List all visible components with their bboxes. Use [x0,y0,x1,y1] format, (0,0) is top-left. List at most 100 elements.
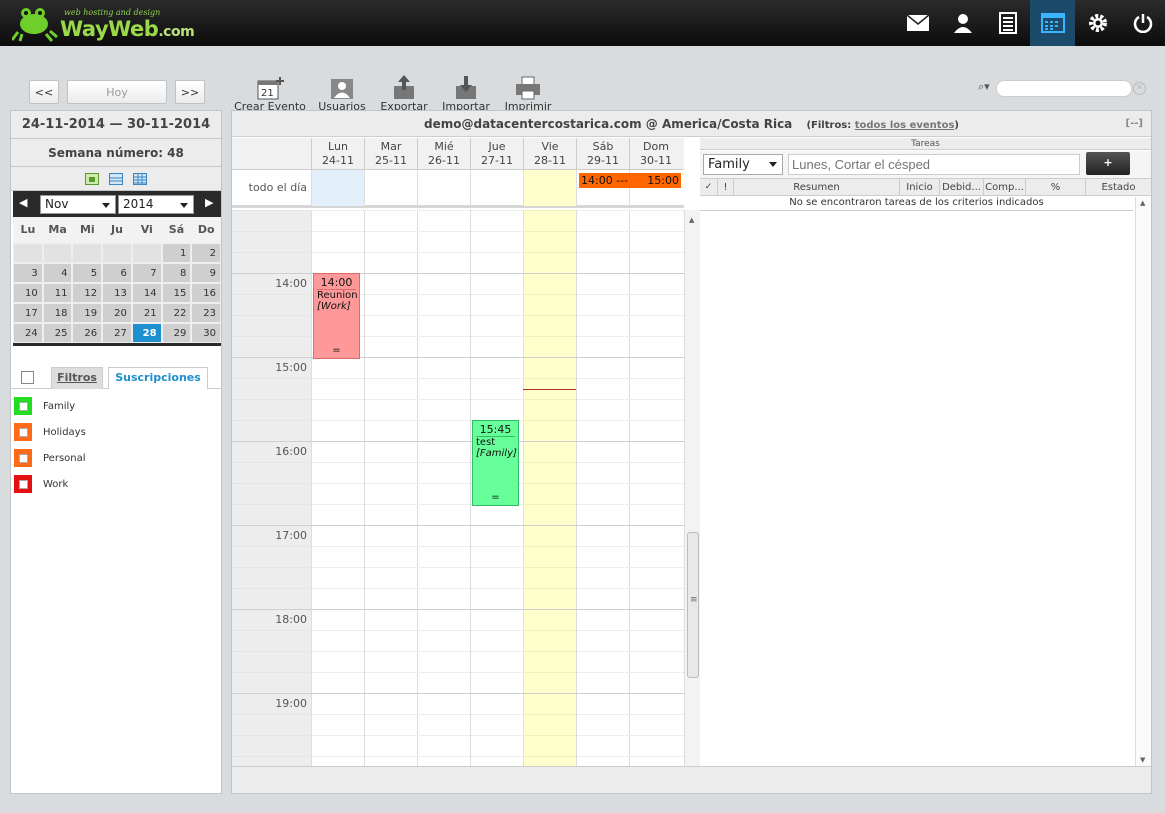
all-day-cell[interactable] [311,170,364,206]
calendar-checkbox[interactable] [14,397,32,415]
week-view-icon[interactable] [109,172,123,185]
mini-calendar-day[interactable]: 5 [72,263,103,283]
add-task-button[interactable]: + [1086,152,1130,175]
mini-calendar-day[interactable]: 9 [191,263,222,283]
mini-calendar-day[interactable]: 23 [191,303,222,323]
day-header[interactable]: Dom 30-11 [629,138,682,170]
mini-calendar-day[interactable]: 11 [42,283,73,303]
day-header[interactable]: Vie 28-11 [523,138,576,170]
mini-calendar-day[interactable]: 22 [161,303,192,323]
tasks-scrollbar[interactable]: ▲ ▼ [1135,197,1151,766]
mini-calendar-day[interactable]: 12 [72,283,103,303]
task-col-due[interactable]: Debid... [940,179,984,195]
mini-calendar-week: 10 11 12 13 14 15 16 [13,283,222,303]
calendar-item-holidays[interactable]: Holidays [14,422,86,442]
filter-link[interactable]: todos los eventos [855,120,955,131]
calendar-icon[interactable] [1030,0,1075,46]
mini-calendar-day[interactable]: 19 [72,303,103,323]
mini-calendar-day[interactable]: 28 [131,323,162,343]
task-col-percent[interactable]: % [1026,179,1086,195]
day-header[interactable]: Sáb 29-11 [576,138,629,170]
tab-filters[interactable]: Filtros [51,367,103,389]
search-input[interactable] [996,80,1132,97]
mail-icon[interactable] [895,0,940,46]
mini-calendar-day[interactable]: 20 [102,303,132,323]
mini-calendar-day[interactable]: 15 [161,283,192,303]
tab-subscriptions[interactable]: Suscripciones [108,367,208,389]
task-col-summary[interactable]: Resumen [734,179,900,195]
collapse-button[interactable]: [--] [1126,111,1143,137]
calendar-item-family[interactable]: Family [14,396,75,416]
mini-calendar-day[interactable]: 17 [13,303,43,323]
list-icon[interactable] [985,0,1030,46]
create-event-button[interactable]: 21 Crear Evento [232,74,308,113]
all-day-event[interactable]: 14:00 --- 15:00 [579,173,681,188]
mini-calendar-day[interactable]: 21 [131,303,162,323]
today-button[interactable]: Hoy [67,80,167,104]
prev-month-icon[interactable]: ◀ [19,196,27,209]
calendar-checkbox[interactable] [14,475,32,493]
grid-scroll-thumb[interactable]: ≡ [687,532,699,678]
next-month-icon[interactable]: ▶ [205,196,213,209]
gear-icon[interactable] [1075,0,1120,46]
task-summary-input[interactable] [788,154,1080,175]
clear-search-icon[interactable]: ✕ [1133,82,1146,95]
task-col-check[interactable]: ✓ [700,179,718,195]
grid-scrollbar[interactable]: ▲ ≡ [684,210,700,766]
mini-calendar-day[interactable]: 3 [13,263,43,283]
grid-line [232,378,684,379]
task-col-completed[interactable]: Comp... [984,179,1026,195]
next-week-button[interactable]: >> [175,80,205,104]
mini-calendar-day[interactable]: 25 [42,323,73,343]
month-view-icon[interactable] [133,172,147,185]
top-icons [895,0,1165,46]
all-day-cell[interactable] [417,170,470,206]
calendar-item-personal[interactable]: Personal [14,448,86,468]
user-icon[interactable] [940,0,985,46]
day-header[interactable]: Lun 24-11 [311,138,364,170]
task-calendar-select[interactable]: Family [703,154,783,175]
task-col-priority[interactable]: ! [718,179,734,195]
mini-calendar-day[interactable]: 8 [161,263,192,283]
year-select[interactable]: 2014 [118,195,194,214]
calendar-event[interactable]: 14:00 Reunion [Work] = [313,273,360,359]
mini-calendar-day[interactable]: 4 [42,263,73,283]
event-resize-handle[interactable]: = [314,345,359,356]
search-icon[interactable]: ⌕▾ [978,80,990,94]
mini-calendar-day[interactable]: 18 [42,303,73,323]
task-col-start[interactable]: Inicio [900,179,940,195]
mini-calendar-day[interactable]: 7 [131,263,162,283]
mini-calendar-day[interactable]: 24 [13,323,43,343]
day-header[interactable]: Mié 26-11 [417,138,470,170]
all-day-cell[interactable] [523,170,576,206]
grid-line [232,210,684,211]
power-icon[interactable] [1120,0,1165,46]
calendar-item-work[interactable]: Work [14,474,68,494]
calendar-checkbox[interactable] [14,449,32,467]
mini-calendar-day[interactable]: 26 [72,323,103,343]
calendar-checkbox[interactable] [14,423,32,441]
task-col-status[interactable]: Estado [1086,179,1151,195]
mini-calendar-day[interactable]: 13 [102,283,132,303]
calendar-event[interactable]: 15:45 test [Family] = [472,420,519,506]
mini-calendar-day[interactable]: 6 [102,263,132,283]
mini-calendar-day[interactable]: 10 [13,283,43,303]
mini-calendar-day[interactable]: 27 [102,323,132,343]
event-resize-handle[interactable]: = [473,492,518,503]
mini-calendar-day[interactable]: 16 [191,283,222,303]
prev-week-button[interactable]: << [29,80,59,104]
all-day-cell[interactable] [364,170,417,206]
month-select[interactable]: Nov [40,195,116,214]
mini-calendar-day[interactable]: 30 [191,323,222,343]
select-all-checkbox[interactable] [21,371,34,384]
mini-calendar-day[interactable]: 14 [131,283,162,303]
print-button[interactable]: Imprimir [490,74,566,113]
mini-calendar-day[interactable]: 1 [161,243,192,263]
day-header[interactable]: Mar 25-11 [364,138,417,170]
day-view-icon[interactable] [85,172,99,185]
day-header[interactable]: Jue 27-11 [470,138,523,170]
mini-calendar-day[interactable]: 29 [161,323,192,343]
all-day-cell[interactable] [470,170,523,206]
mini-calendar-day[interactable]: 2 [191,243,222,263]
weekday-header: Lu Ma Mi Ju Vi Sá Do [13,217,221,243]
